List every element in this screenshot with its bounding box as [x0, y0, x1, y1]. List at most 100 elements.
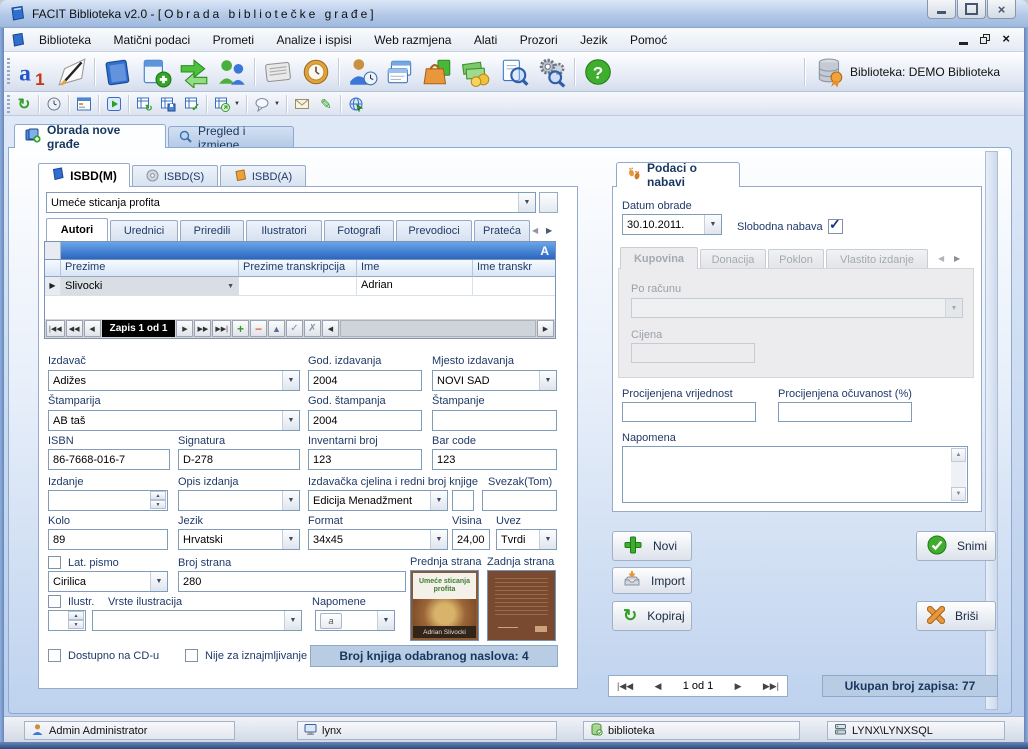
visina-input[interactable]: [452, 529, 490, 550]
cell-ime-transkripcija[interactable]: [473, 277, 555, 296]
tab-vlastito-izdanje[interactable]: Vlastito izdanje: [826, 249, 928, 269]
svezak-input[interactable]: [482, 490, 557, 511]
members-icon[interactable]: [214, 55, 250, 89]
tab-ilustratori[interactable]: Ilustratori: [246, 220, 322, 241]
procijenjena-ocuvanost-input[interactable]: [778, 402, 912, 422]
table-refresh-icon[interactable]: ↻: [134, 94, 154, 114]
chevron-down-icon[interactable]: ▼: [518, 193, 535, 212]
opis-izdanja-combo[interactable]: ▼: [178, 490, 300, 511]
tab-autori[interactable]: Autori: [46, 218, 108, 241]
run-icon[interactable]: [104, 94, 124, 114]
nav-insert-button[interactable]: +: [232, 320, 249, 337]
chevron-down-icon[interactable]: ▼: [377, 611, 394, 630]
nav-last-button[interactable]: ▶▶|: [212, 320, 231, 337]
napomena-textarea[interactable]: ▲ ▼: [622, 446, 968, 503]
history-icon[interactable]: [44, 94, 64, 114]
nav-first-button[interactable]: |◀◀: [617, 681, 633, 692]
menu-jezik[interactable]: Jezik: [571, 28, 616, 52]
help-icon[interactable]: ?: [580, 55, 616, 89]
tab-scroll-left-icon[interactable]: ◀: [938, 254, 944, 263]
ilustr-checkbox[interactable]: [48, 595, 61, 608]
back-cover-image[interactable]: [487, 570, 556, 641]
spin-down-icon[interactable]: ▼: [68, 620, 84, 629]
table-export-dropdown-icon[interactable]: ▼: [232, 94, 242, 114]
po-racunu-combo[interactable]: ▼: [631, 298, 963, 318]
tab-fotografi[interactable]: Fotografi: [324, 220, 394, 241]
grid-col-prezime[interactable]: Prezime: [61, 260, 239, 277]
spin-down-icon[interactable]: ▼: [150, 500, 166, 509]
god-stampanja-input[interactable]: [308, 410, 422, 431]
maximize-button[interactable]: [957, 0, 986, 19]
god-izdavanja-input[interactable]: [308, 370, 422, 391]
hscroll-track[interactable]: [340, 320, 536, 337]
procijenjena-vrijednost-input[interactable]: [622, 402, 756, 422]
mail-icon[interactable]: [292, 94, 312, 114]
novi-button[interactable]: Novi: [612, 531, 692, 561]
tab-prevodioci[interactable]: Prevodioci: [396, 220, 472, 241]
nav-next-button[interactable]: ▶: [735, 681, 742, 692]
brisi-button[interactable]: Briši: [916, 601, 996, 631]
izdavacka-cjelina-combo[interactable]: Edicija Menadžment▼: [308, 490, 448, 511]
compass-icon[interactable]: [298, 55, 334, 89]
front-cover-image[interactable]: Umeće sticanja profita Adrian Slivocki: [410, 570, 479, 641]
acquisition-bag-icon[interactable]: [420, 55, 456, 89]
tab-isbd-s[interactable]: ISBD(S): [132, 165, 218, 187]
exchange-icon[interactable]: [176, 55, 212, 89]
tab-isbd-m[interactable]: ISBD(M): [38, 163, 130, 187]
spin-up-icon[interactable]: ▲: [68, 611, 84, 620]
note-editor-icon[interactable]: a: [320, 613, 342, 629]
catalog-book-icon[interactable]: [100, 55, 136, 89]
table-check-icon[interactable]: ✓: [182, 94, 202, 114]
tab-kupovina[interactable]: Kupovina: [620, 247, 698, 269]
cijena-input[interactable]: [631, 343, 755, 363]
vrste-ilustracija-combo[interactable]: ▼: [92, 610, 302, 631]
chevron-down-icon[interactable]: ▼: [539, 371, 556, 390]
tab-scroll-left-icon[interactable]: ◀: [532, 226, 538, 235]
nav-next-page-button[interactable]: ▶▶: [194, 320, 211, 337]
redni-broj-input[interactable]: [452, 490, 474, 511]
search-document-icon[interactable]: [496, 55, 532, 89]
comment-icon[interactable]: [252, 94, 272, 114]
hscroll-left-icon[interactable]: ◀: [322, 320, 339, 337]
menu-alati[interactable]: Alati: [465, 28, 506, 52]
tab-poklon[interactable]: Poklon: [768, 249, 824, 269]
comment-dropdown-icon[interactable]: ▼: [272, 94, 282, 114]
format-combo[interactable]: 34x45▼: [308, 529, 448, 550]
stampanje-input[interactable]: [432, 410, 557, 431]
menu-analize-i-ispisi[interactable]: Analize i ispisi: [267, 28, 360, 52]
dostupno-cd-checkbox[interactable]: [48, 649, 61, 662]
nije-za-iznajmljivanje-checkbox[interactable]: [185, 649, 198, 662]
system-settings-icon[interactable]: [534, 55, 570, 89]
chevron-down-icon[interactable]: ▼: [430, 491, 447, 510]
tab-donacija[interactable]: Donacija: [700, 249, 766, 269]
tab-obrada-nove-grade[interactable]: Obrada nove građe: [14, 124, 166, 148]
tab-priredili[interactable]: Priredili: [180, 220, 244, 241]
tab-podaci-o-nabavi[interactable]: Podaci o nabavi: [616, 162, 740, 187]
tab-urednici[interactable]: Urednici: [110, 220, 178, 241]
nav-post-button[interactable]: ✓: [286, 320, 303, 337]
scroll-down-icon[interactable]: ▼: [951, 487, 966, 501]
close-button[interactable]: ×: [987, 0, 1016, 19]
toolbar-grip[interactable]: [7, 58, 10, 86]
tab-isbd-a[interactable]: ISBD(A): [220, 165, 306, 187]
nav-delete-button[interactable]: −: [250, 320, 267, 337]
chevron-down-icon[interactable]: ▼: [282, 371, 299, 390]
edit-icon[interactable]: ✎: [316, 94, 336, 114]
nav-edit-button[interactable]: ▲: [268, 320, 285, 337]
title-combo[interactable]: Umeće sticanja profita▼: [46, 192, 536, 213]
nav-next-button[interactable]: ▶: [176, 320, 193, 337]
uvez-combo[interactable]: Tvrdi▼: [496, 529, 557, 550]
card-index-icon[interactable]: [382, 55, 418, 89]
menu-prozori[interactable]: Prozori: [511, 28, 567, 52]
isbn-input[interactable]: [48, 449, 170, 470]
cell-prezime-transkripcija[interactable]: [239, 277, 357, 296]
datum-obrade-combo[interactable]: 30.10.2011.▼: [622, 214, 722, 235]
izdavac-combo[interactable]: Adižes▼: [48, 370, 300, 391]
bar-code-input[interactable]: [432, 449, 557, 470]
nav-cancel-button[interactable]: ✗: [304, 320, 321, 337]
mdi-close-button[interactable]: ×: [1002, 32, 1010, 46]
napomene-combo[interactable]: a ▼: [315, 610, 395, 631]
chevron-down-icon[interactable]: ▼: [430, 530, 447, 549]
nav-last-button[interactable]: ▶▶|: [763, 681, 779, 692]
form-icon[interactable]: [74, 94, 94, 114]
